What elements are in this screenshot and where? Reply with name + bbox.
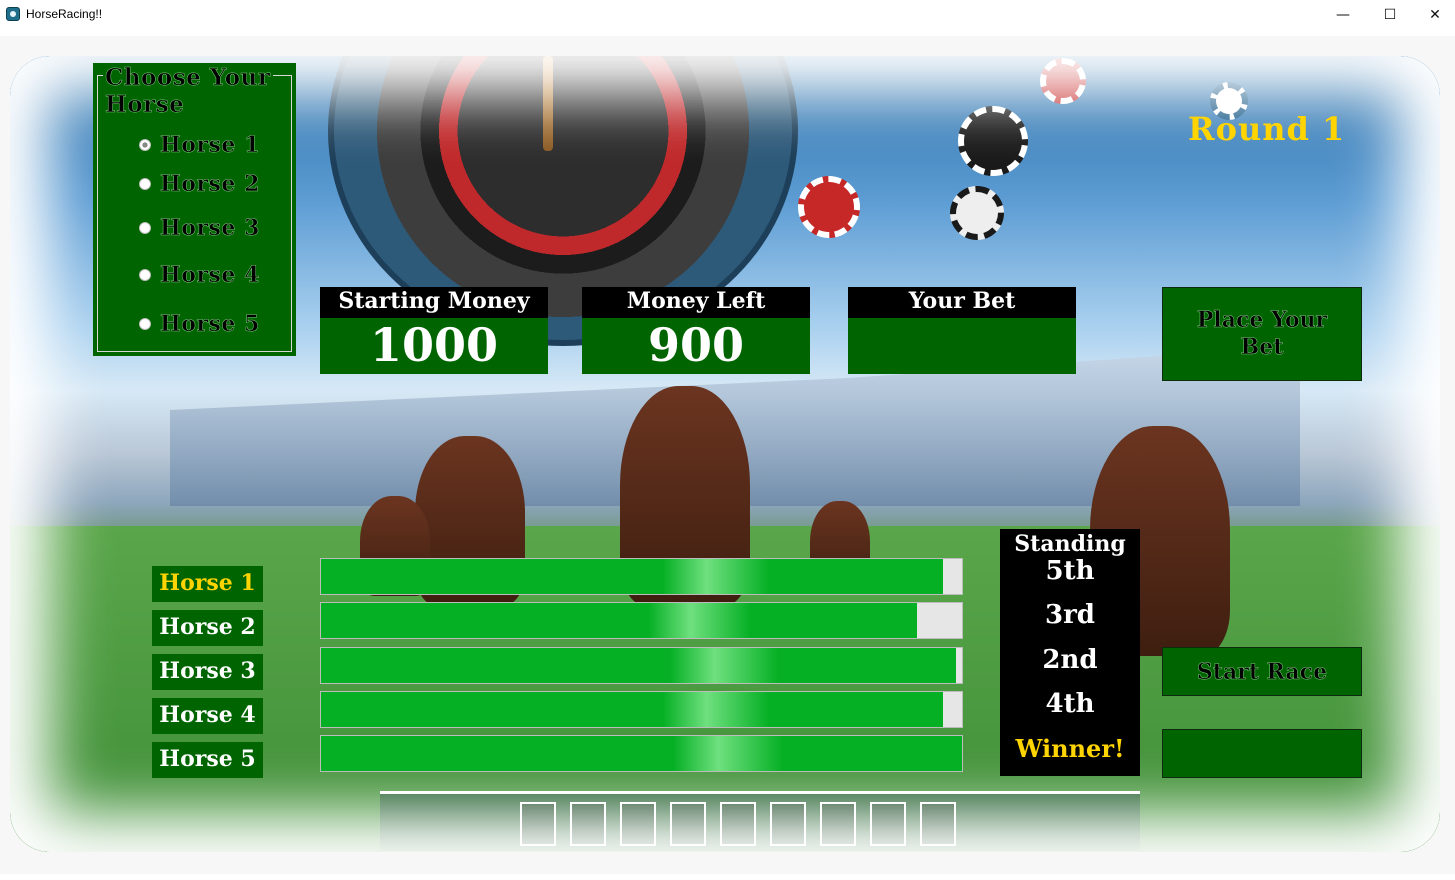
roulette-mat-graphic [380,791,1140,851]
horse-option-label: Horse 4 [160,262,260,289]
radio-button[interactable] [139,222,151,234]
roulette-pointer-graphic [543,56,553,151]
casino-chip-graphic [950,186,1004,240]
radio-button[interactable] [139,139,151,151]
window-title: HorseRacing!! [26,7,103,21]
casino-chip-graphic [958,106,1028,176]
standings-panel: Standing 5th 3rd 2nd 4th Winner! [1000,529,1140,776]
standing-horse-3: 2nd [1042,645,1098,675]
race-progress-bar-1 [320,558,963,595]
casino-chip-graphic [1040,58,1086,104]
horse-option-label: Horse 5 [160,311,260,338]
starting-money-value: 1000 [369,318,499,372]
standing-horse-2: 3rd [1045,600,1095,630]
money-left-box: Money Left 900 [582,287,810,374]
mat-cell [870,802,906,846]
radio-button[interactable] [139,318,151,330]
your-bet-box: Your Bet [848,287,1076,374]
lane-label-horse-4: Horse 4 [152,698,263,734]
round-label: Round 1 [1188,110,1346,148]
progress-fill [321,559,943,594]
place-bet-button[interactable]: Place Your Bet [1162,287,1362,381]
horse-option-1[interactable]: Horse 1 [139,132,260,158]
starting-money-box: Starting Money 1000 [320,287,548,374]
mat-cell [920,802,956,846]
standing-horse-4: 4th [1045,689,1095,719]
horse-option-5[interactable]: Horse 5 [139,311,260,337]
choose-horse-panel: Choose Your Horse Horse 1 Horse 2 Horse … [93,63,296,356]
lane-label-horse-2: Horse 2 [152,610,263,646]
standing-horse-5: Winner! [1015,734,1125,763]
horse-option-label: Horse 2 [160,171,260,198]
choose-horse-title: Choose Your Horse [103,64,273,118]
money-left-label: Money Left [582,287,810,318]
your-bet-label: Your Bet [848,287,1076,318]
lane-label-horse-5: Horse 5 [152,742,263,778]
casino-chip-graphic [798,176,860,238]
maximize-button[interactable]: ☐ [1367,0,1413,30]
horse-option-label: Horse 1 [160,132,260,159]
start-race-button[interactable]: Start Race [1162,647,1362,696]
radio-button[interactable] [139,178,151,190]
horse-option-2[interactable]: Horse 2 [139,171,260,197]
progress-fill [321,692,943,727]
radio-button[interactable] [139,269,151,281]
progress-fill [321,736,962,771]
app-icon [6,7,20,21]
window-titlebar: HorseRacing!! — ☐ ✕ [0,0,1455,30]
horse-option-4[interactable]: Horse 4 [139,262,260,288]
race-progress-bar-2 [320,602,963,639]
mat-cell [820,802,856,846]
starting-money-label: Starting Money [320,287,548,318]
money-left-value: 900 [647,318,745,372]
progress-fill [321,648,956,683]
lane-label-horse-1: Horse 1 [152,566,263,602]
mat-cell [570,802,606,846]
minimize-button[interactable]: — [1320,0,1366,30]
race-progress-bar-5 [320,735,963,772]
horse-option-label: Horse 3 [160,215,260,242]
mat-cell [620,802,656,846]
standing-horse-1: 5th [1045,556,1095,586]
horse-option-3[interactable]: Horse 3 [139,215,260,241]
mat-cell [770,802,806,846]
progress-fill [321,603,918,638]
mat-cell [720,802,756,846]
standings-title: Standing [1014,531,1126,557]
race-progress-bar-3 [320,647,963,684]
race-progress-bar-4 [320,691,963,728]
result-button[interactable] [1162,729,1362,778]
lane-label-horse-3: Horse 3 [152,654,263,690]
mat-cell [520,802,556,846]
mat-cell [670,802,706,846]
close-button[interactable]: ✕ [1412,0,1455,30]
